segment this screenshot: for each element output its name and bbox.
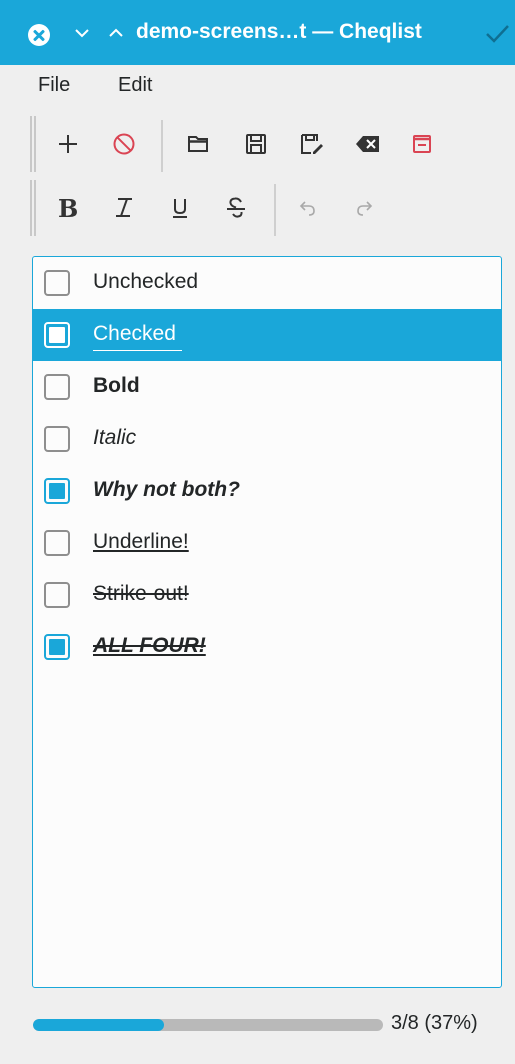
item-label: Bold xyxy=(93,374,140,397)
save-file-button[interactable] xyxy=(238,126,274,162)
undo-button[interactable] xyxy=(290,190,326,226)
item-checkbox[interactable] xyxy=(44,426,70,452)
menu-bar: File Edit xyxy=(0,65,515,109)
clear-button[interactable] xyxy=(350,126,386,162)
item-label: Underline! xyxy=(93,530,189,553)
list-item[interactable]: Checked xyxy=(33,309,501,361)
close-document-button[interactable] xyxy=(404,126,440,162)
delete-item-button[interactable] xyxy=(106,126,142,162)
underline-button[interactable] xyxy=(162,190,198,226)
title-bar[interactable]: demo-screens…t — Cheqlist xyxy=(0,0,515,65)
toolbar-separator xyxy=(274,184,276,236)
no-entry-icon xyxy=(113,133,135,155)
close-window-icon[interactable] xyxy=(28,24,50,46)
open-file-button[interactable] xyxy=(180,126,216,162)
checklist[interactable]: Unchecked Checked Bold Italic Why not bo… xyxy=(32,256,502,988)
strikethrough-icon xyxy=(227,197,245,218)
italic-icon xyxy=(116,198,132,217)
progress-text: 3/8 (37%) xyxy=(391,1012,478,1034)
list-item[interactable]: ALL FOUR! xyxy=(33,621,501,673)
item-label: ALL FOUR! xyxy=(93,634,206,657)
item-label: Unchecked xyxy=(93,270,199,293)
undo-icon xyxy=(299,201,315,216)
window-minimize-icon xyxy=(413,135,431,153)
bold-icon: B xyxy=(58,195,78,221)
item-checkbox[interactable] xyxy=(44,530,70,556)
redo-icon xyxy=(357,201,373,216)
list-item[interactable]: Why not both? xyxy=(33,465,501,517)
menu-edit[interactable]: Edit xyxy=(118,74,152,97)
item-checkbox[interactable] xyxy=(44,478,70,504)
item-checkbox[interactable] xyxy=(44,634,70,660)
minimize-chevron-down-icon[interactable] xyxy=(72,22,92,44)
item-label: Italic xyxy=(93,426,137,449)
item-label: Why not both? xyxy=(93,478,240,501)
list-item[interactable]: Italic xyxy=(33,413,501,465)
underline-icon xyxy=(173,199,187,218)
backspace-icon xyxy=(356,136,379,152)
item-checkbox[interactable] xyxy=(44,582,70,608)
menu-file[interactable]: File xyxy=(38,74,70,97)
item-checkbox[interactable] xyxy=(44,270,70,296)
maximize-chevron-up-icon[interactable] xyxy=(106,22,126,44)
toolbar-handle[interactable] xyxy=(30,116,36,172)
list-item[interactable]: Strike-out! xyxy=(33,569,501,621)
svg-text:B: B xyxy=(58,195,78,221)
progress-bar xyxy=(33,1019,383,1031)
list-item[interactable]: Underline! xyxy=(33,517,501,569)
item-checkbox[interactable] xyxy=(44,322,70,348)
progress-bar-fill xyxy=(33,1019,165,1031)
item-checkbox[interactable] xyxy=(44,374,70,400)
item-label: Strike-out! xyxy=(93,582,189,605)
toolbar-handle[interactable] xyxy=(30,180,36,236)
strikethrough-button[interactable] xyxy=(218,190,254,226)
toolbar-separator xyxy=(161,120,163,172)
add-item-button[interactable] xyxy=(50,126,86,162)
list-item[interactable]: Bold xyxy=(33,361,501,413)
folder-open-icon xyxy=(188,136,208,152)
save-as-button[interactable] xyxy=(294,126,330,162)
save-icon xyxy=(246,134,266,154)
list-item[interactable]: Unchecked xyxy=(33,257,501,309)
bold-button[interactable]: B xyxy=(50,190,86,226)
save-as-icon xyxy=(301,134,323,154)
italic-button[interactable] xyxy=(106,190,142,226)
checkmark-icon xyxy=(484,22,510,46)
plus-icon xyxy=(59,135,77,153)
window-title: demo-screens…t — Cheqlist xyxy=(136,20,422,43)
item-label: Checked xyxy=(93,322,182,351)
redo-button[interactable] xyxy=(346,190,382,226)
